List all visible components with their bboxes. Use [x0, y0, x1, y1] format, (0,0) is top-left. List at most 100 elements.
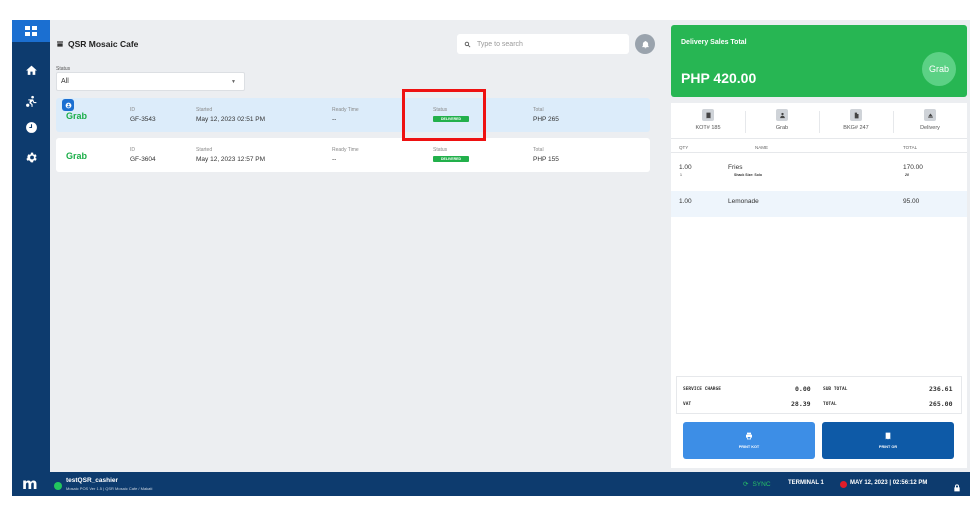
store-name: QSR Mosaic Cafe — [68, 39, 139, 49]
tab-kot[interactable]: KOT# 185 — [671, 109, 745, 131]
order-ready-col: Ready Time -- — [332, 107, 359, 123]
order-started: May 12, 2023 02:51 PM — [196, 116, 266, 123]
notification-bell-icon[interactable] — [635, 34, 655, 54]
delivery-rider-icon[interactable] — [12, 90, 50, 112]
delivery-sales-card: Delivery Sales Total PHP 420.00 Grab — [671, 25, 967, 97]
orders-panel: QSR Mosaic Cafe Type to search Status Al… — [50, 20, 668, 472]
sidebar — [12, 20, 50, 472]
version-info: Mosaic POS Ver 1.5 | QSR Mosaic Cafe / M… — [66, 486, 153, 491]
online-status-dot — [54, 482, 62, 490]
tab-grab[interactable]: Grab — [745, 109, 819, 131]
clock-icon[interactable] — [12, 116, 50, 138]
print-or-label: PRINT OR — [878, 445, 898, 449]
receipt: KOT# 185 Grab BKG# 247 Delivery QTY NAME… — [671, 103, 967, 468]
order-total-label: Total — [533, 147, 544, 153]
service-charge-value: 0.00 — [795, 385, 811, 393]
status-filter-value: All — [61, 78, 69, 85]
divider — [671, 152, 967, 153]
grab-logo: Grab — [922, 52, 956, 86]
order-brand: Grab — [66, 111, 88, 121]
col-header-total: TOTAL — [903, 145, 918, 150]
receipt-icon — [702, 109, 714, 121]
order-started-label: Started — [196, 147, 213, 153]
vat-value: 28.39 — [791, 400, 811, 408]
tab-delivery[interactable]: Delivery — [893, 109, 967, 131]
order-id-col: ID GF-3543 — [130, 107, 156, 123]
home-icon[interactable] — [12, 59, 50, 81]
print-or-button[interactable]: PRINT OR — [822, 422, 954, 459]
tab-delivery-label: Delivery — [920, 125, 940, 131]
totals-box: SERVICE CHARGE 0.00 SUB TOTAL 236.61 VAT… — [676, 376, 962, 414]
col-header-qty: QTY — [679, 145, 689, 150]
item-qty: 1.00 — [679, 164, 692, 171]
order-started-col: Started May 12, 2023 02:51 PM — [196, 107, 265, 123]
order-started: May 12, 2023 12:57 PM — [196, 156, 266, 163]
search-placeholder: Type to search — [477, 40, 523, 48]
service-charge-label: SERVICE CHARGE — [683, 387, 721, 392]
datetime: MAY 12, 2023 | 02:56:12 PM — [850, 480, 928, 486]
receipt-item[interactable]: 1.00 1 Fries Shack Size: Solo 170.00 20 — [671, 157, 967, 183]
order-total: PHP 265 — [533, 116, 559, 123]
sync-icon: ⟳ — [743, 481, 749, 488]
subtotal-label: SUB TOTAL — [823, 387, 848, 392]
order-total: PHP 155 — [533, 156, 559, 163]
order-id-label: ID — [130, 147, 135, 153]
cashier-name: testQSR_cashier — [66, 477, 119, 484]
store-header: QSR Mosaic Cafe — [56, 39, 138, 49]
item-name: Fries — [728, 164, 743, 171]
grid-menu-icon[interactable] — [12, 20, 50, 42]
order-row[interactable]: Grab ID GF-3543 Started May 12, 2023 02:… — [56, 98, 650, 132]
gear-icon[interactable] — [12, 146, 50, 168]
printer-icon — [746, 432, 752, 440]
person-icon — [776, 109, 788, 121]
tab-bkg[interactable]: BKG# 247 — [819, 109, 893, 131]
item-name: Lemonade — [728, 198, 759, 205]
status-badge: DELIVERED — [433, 156, 470, 162]
print-kot-button[interactable]: PRINT KOT — [683, 422, 815, 459]
search-input[interactable]: Type to search — [457, 34, 629, 54]
order-row[interactable]: Grab ID GF-3604 Started May 12, 2023 12:… — [56, 138, 650, 172]
item-total: 95.00 — [903, 198, 920, 205]
record-indicator-icon — [840, 481, 847, 488]
print-kot-label: PRINT KOT — [738, 445, 760, 449]
tab-kot-label: KOT# 185 — [695, 125, 721, 131]
item-sub-total: 20 — [905, 173, 909, 177]
item-sub-qty: 1 — [680, 173, 682, 177]
order-total-label: Total — [533, 107, 544, 113]
lock-icon[interactable] — [953, 479, 961, 497]
order-started-label: Started — [196, 107, 213, 113]
order-ready-label: Ready Time — [332, 147, 359, 153]
order-total-col: Total PHP 265 — [533, 107, 559, 123]
eject-icon — [924, 109, 936, 121]
item-modifier: Shack Size: Solo — [734, 173, 763, 177]
order-id: GF-3604 — [130, 156, 156, 163]
order-id-col: ID GF-3604 — [130, 147, 156, 163]
receipt-tabs: KOT# 185 Grab BKG# 247 Delivery — [671, 103, 967, 139]
order-ready-col: Ready Time -- — [332, 147, 359, 163]
tab-bkg-label: BKG# 247 — [843, 125, 869, 131]
total-label: TOTAL — [823, 402, 837, 407]
delivery-sales-title: Delivery Sales Total — [681, 39, 747, 46]
tab-grab-label: Grab — [775, 125, 789, 131]
order-started-col: Started May 12, 2023 12:57 PM — [196, 147, 265, 163]
item-qty: 1.00 — [679, 198, 692, 205]
item-total: 170.00 — [903, 164, 923, 171]
pos-app: QSR Mosaic Cafe Type to search Status Al… — [12, 20, 970, 496]
chevron-down-icon: ▼ — [231, 79, 236, 85]
order-ready: -- — [332, 156, 337, 163]
order-id: GF-3543 — [130, 116, 156, 123]
status-bar: m testQSR_cashier Mosaic POS Ver 1.5 | Q… — [12, 472, 970, 496]
receipt-item[interactable]: 1.00 Lemonade 95.00 — [671, 191, 967, 217]
order-total-col: Total PHP 155 — [533, 147, 559, 163]
status-filter-select[interactable]: All ▼ — [56, 72, 245, 91]
col-header-name: NAME — [755, 145, 769, 150]
order-ready-label: Ready Time — [332, 107, 359, 113]
order-source-badge-icon — [62, 99, 74, 111]
subtotal-value: 236.61 — [929, 385, 953, 393]
mosaic-logo: m — [22, 475, 38, 493]
status-highlight-box — [402, 89, 486, 141]
order-detail-panel: Delivery Sales Total PHP 420.00 Grab KOT… — [668, 20, 970, 472]
sync-button[interactable]: ⟳ SYNC — [743, 480, 771, 489]
total-value: 265.00 — [929, 400, 953, 408]
order-status-col: Status DELIVERED — [433, 147, 470, 162]
